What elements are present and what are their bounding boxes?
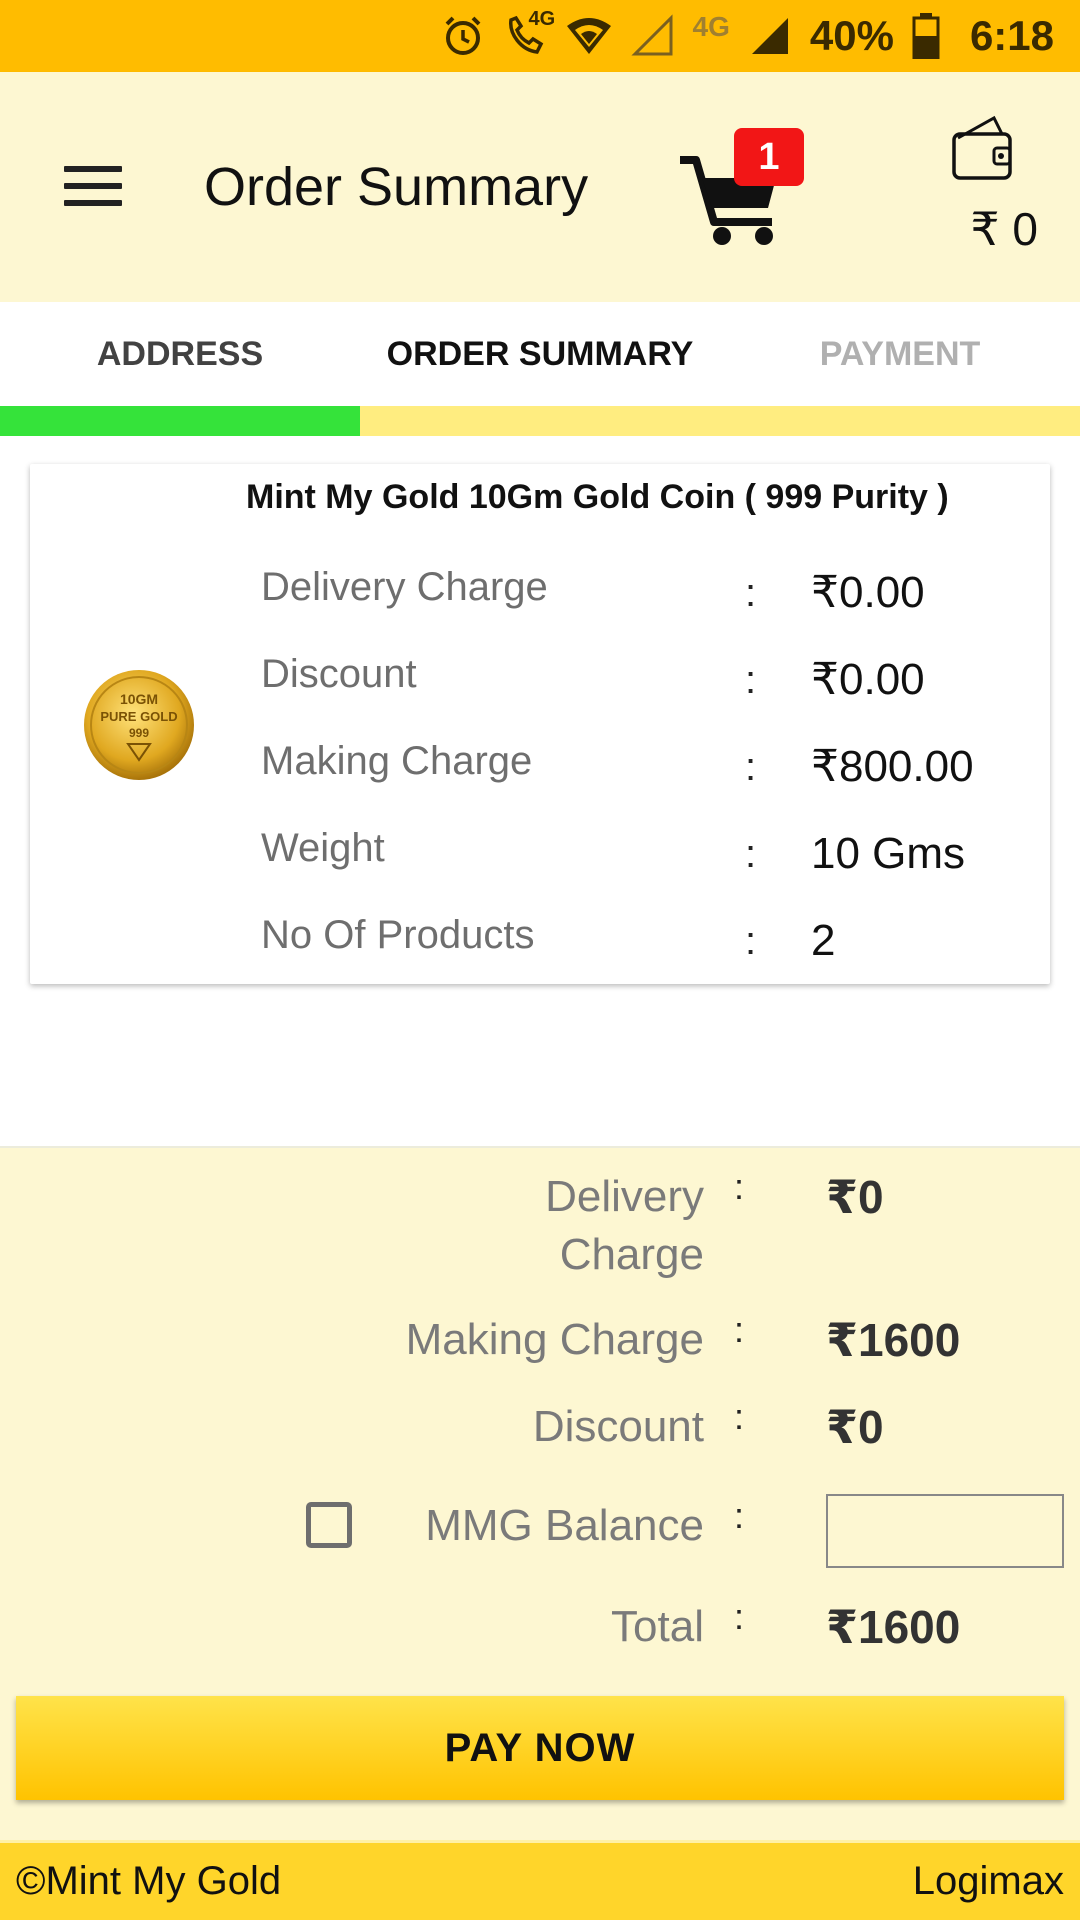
footer-copyright: ©Mint My Gold <box>16 1859 282 1903</box>
mmg-balance-label: MMG Balance <box>425 1501 704 1550</box>
total-colon: : <box>734 1596 745 1637</box>
wallet-balance: ₹ 0 <box>970 203 1038 255</box>
status-bar: 4G 4G 40% 6:18 <box>0 0 1080 72</box>
pay-now-button[interactable]: PAY NOW <box>16 1696 1064 1800</box>
detail-label: Discount <box>261 652 417 696</box>
total-colon: : <box>734 1396 745 1437</box>
total-label: Total <box>611 1602 704 1651</box>
total-colon: : <box>734 1309 745 1350</box>
checkout-progress-bar <box>0 406 1080 436</box>
checkout-tabs: ADDRESS ORDER SUMMARY PAYMENT <box>0 302 1080 406</box>
detail-colon: : <box>745 919 757 963</box>
detail-label: No Of Products <box>261 913 535 957</box>
detail-row-discount: Discount : ₹0.00 <box>261 647 1021 717</box>
tab-address[interactable]: ADDRESS <box>0 302 360 406</box>
total-value: ₹1600 <box>826 1601 961 1653</box>
signal-icon <box>748 14 792 58</box>
detail-row-product-count: No Of Products : 2 <box>261 908 1021 978</box>
status-icons: 4G 4G 40% 6:18 <box>441 8 1054 60</box>
detail-row-delivery: Delivery Charge : ₹0.00 <box>261 560 1021 630</box>
detail-value: 10 Gms <box>811 829 966 878</box>
detail-value: 2 <box>811 916 836 965</box>
wifi-icon <box>565 14 613 58</box>
checkout-progress-fill <box>0 406 360 436</box>
clock: 6:18 <box>969 12 1054 59</box>
tab-order-summary[interactable]: ORDER SUMMARY <box>360 302 720 406</box>
page-title: Order Summary <box>204 157 589 217</box>
coin-text-purity: PURE GOLD <box>100 709 177 724</box>
alarm-icon <box>441 14 485 58</box>
detail-value: ₹0.00 <box>811 655 925 704</box>
detail-colon: : <box>745 745 757 789</box>
network-label-2: 4G <box>692 11 730 42</box>
battery-icon <box>912 13 940 59</box>
footer: ©Mint My Gold Logimax <box>0 1840 1080 1920</box>
total-making-label: Making Charge <box>405 1315 704 1364</box>
detail-label: Delivery Charge <box>261 565 548 609</box>
detail-row-making-charge: Making Charge : ₹800.00 <box>261 734 1021 804</box>
detail-value: ₹0.00 <box>811 568 925 617</box>
total-delivery-label: Delivery Charge <box>545 1168 704 1284</box>
mmg-balance-checkbox[interactable] <box>306 1502 352 1548</box>
total-making-value: ₹1600 <box>826 1314 961 1366</box>
total-delivery-label-line-2: Charge <box>559 1230 704 1279</box>
footer-credit: Logimax <box>912 1859 1064 1903</box>
detail-colon: : <box>745 571 757 615</box>
detail-row-weight: Weight : 10 Gms <box>261 821 1021 891</box>
detail-label: Making Charge <box>261 739 533 783</box>
call-4g-icon: 4G <box>503 8 555 58</box>
product-name: Mint My Gold 10Gm Gold Coin ( 999 Purity… <box>246 478 949 516</box>
network-label-1: 4G <box>528 8 556 30</box>
coin-text-fineness: 999 <box>129 726 149 740</box>
app-bar: Order Summary 1 ₹ 0 <box>0 72 1080 302</box>
mmg-balance-input[interactable] <box>826 1494 1064 1568</box>
total-colon: : <box>734 1166 745 1207</box>
battery-percent: 40% <box>809 12 894 59</box>
total-discount-label: Discount <box>532 1402 704 1451</box>
signal-empty-icon <box>630 14 675 58</box>
detail-label: Weight <box>261 826 385 870</box>
gold-coin-image: 10GM PURE GOLD 999 <box>82 668 196 782</box>
detail-value: ₹800.00 <box>811 742 974 791</box>
detail-colon: : <box>745 832 757 876</box>
product-card: Mint My Gold 10Gm Gold Coin ( 999 Purity… <box>30 464 1050 984</box>
menu-icon[interactable] <box>64 166 122 206</box>
detail-colon: : <box>745 658 757 702</box>
wallet-icon[interactable] <box>950 112 1016 182</box>
coin-text-weight: 10GM <box>120 691 158 707</box>
cart-count-badge: 1 <box>734 128 804 186</box>
total-colon: : <box>734 1495 745 1536</box>
total-delivery-label-line-1: Delivery <box>545 1172 704 1221</box>
total-delivery-value: ₹0 <box>826 1171 884 1223</box>
tab-payment[interactable]: PAYMENT <box>720 302 1080 406</box>
total-discount-value: ₹0 <box>826 1401 884 1453</box>
